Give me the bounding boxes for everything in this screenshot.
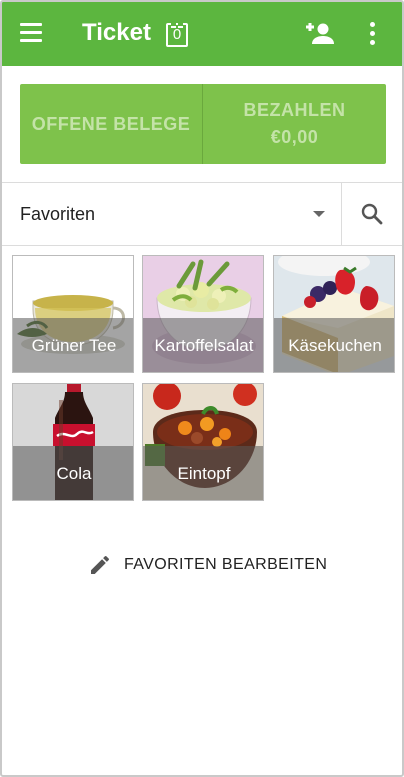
item-name: Käsekuchen bbox=[288, 336, 382, 355]
search-icon[interactable] bbox=[360, 202, 384, 226]
category-select[interactable]: Favoriten bbox=[20, 204, 95, 225]
page-title: Ticket bbox=[82, 19, 151, 46]
pay-button[interactable]: BEZAHLEN €0,00 bbox=[203, 84, 386, 164]
item-name: Kartoffelsalat bbox=[154, 336, 254, 355]
more-vert-icon[interactable] bbox=[366, 22, 378, 48]
add-customer-icon[interactable] bbox=[304, 22, 334, 46]
dropdown-arrow-icon[interactable] bbox=[313, 211, 325, 217]
open-receipts-button[interactable]: OFFENE BELEGE bbox=[20, 84, 203, 164]
item-name: Cola bbox=[56, 464, 92, 483]
item-name: Grüner Tee bbox=[31, 336, 117, 355]
pencil-icon bbox=[91, 555, 109, 574]
item-tile-cola[interactable]: Cola bbox=[12, 383, 134, 501]
menu-icon[interactable] bbox=[20, 23, 42, 43]
item-name: Eintopf bbox=[177, 464, 231, 483]
edit-favorites-label: FAVORITEN BEARBEITEN bbox=[124, 556, 328, 573]
edit-favorites-button[interactable]: FAVORITEN BEARBEITEN bbox=[88, 551, 327, 579]
divider bbox=[341, 183, 342, 245]
item-tile-kaesekuchen[interactable]: Käsekuchen bbox=[273, 255, 395, 373]
item-tile-eintopf[interactable]: Eintopf bbox=[142, 383, 264, 501]
app-bar: Ticket 0 bbox=[2, 2, 402, 66]
open-receipts-label: OFFENE BELEGE bbox=[31, 113, 191, 134]
category-row: Favoriten bbox=[2, 183, 402, 245]
divider bbox=[2, 245, 402, 246]
ticket-count-badge: 0 bbox=[166, 21, 188, 47]
pay-amount: €0,00 bbox=[270, 127, 319, 147]
app-frame: Ticket 0 OFFENE BELEGE BEZAHLEN €0,00 Fa… bbox=[0, 0, 404, 777]
item-tile-gruener-tee[interactable]: Grüner Tee bbox=[12, 255, 134, 373]
item-tile-kartoffelsalat[interactable]: Kartoffelsalat bbox=[142, 255, 264, 373]
action-buttons: OFFENE BELEGE BEZAHLEN €0,00 bbox=[20, 84, 386, 164]
pay-label: BEZAHLEN bbox=[243, 100, 346, 120]
